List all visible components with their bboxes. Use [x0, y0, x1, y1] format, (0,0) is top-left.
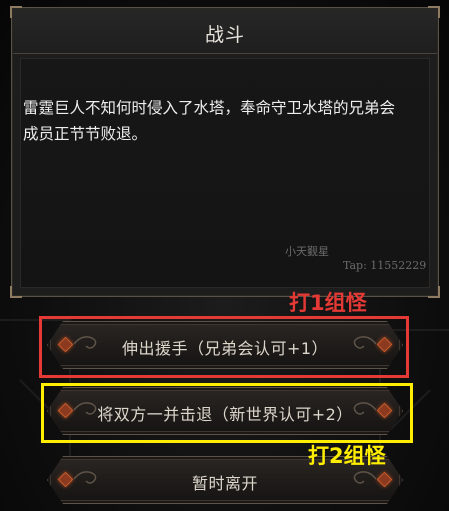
- dialog-story-text: 雷霆巨人不知何时侵入了水塔，奉命守卫水塔的兄弟会成员正节节败退。: [23, 99, 396, 143]
- annotation-yellow-label: 打2组怪: [308, 444, 386, 468]
- watermark-name: 小天觐星: [285, 245, 329, 258]
- dialog-header: 战斗: [13, 9, 437, 54]
- dialog-body: [20, 58, 430, 288]
- corner-ornament: [428, 6, 440, 18]
- option-label: 暂时离开: [191, 474, 258, 493]
- corner-ornament: [10, 6, 22, 18]
- watermark-tap-id: Tap: 11552229: [343, 259, 427, 272]
- dialog-title: 战斗: [204, 24, 245, 46]
- annotation-yellow-box: [41, 383, 413, 443]
- annotation-red-label: 打1组怪: [289, 291, 367, 315]
- annotation-red-box: [39, 316, 409, 378]
- battle-dialog: 战斗: [10, 6, 440, 298]
